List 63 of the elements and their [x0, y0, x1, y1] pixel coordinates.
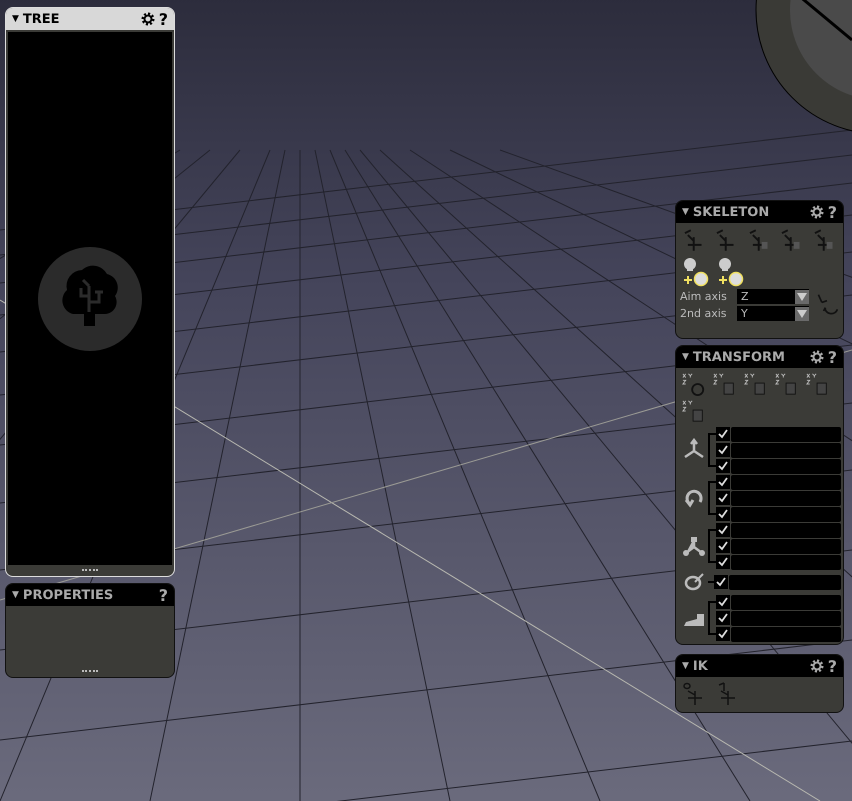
checkbox[interactable] — [716, 627, 730, 641]
checkbox[interactable] — [716, 539, 730, 553]
collapse-toggle[interactable]: ▼ — [682, 661, 689, 671]
collapse-toggle[interactable]: ▼ — [12, 14, 19, 24]
collapse-toggle[interactable]: ▼ — [682, 352, 689, 362]
help-button[interactable]: ? — [828, 656, 837, 676]
scale-axes-icon — [682, 534, 706, 558]
checkbox[interactable] — [716, 523, 730, 537]
transform-tool-icon[interactable] — [806, 372, 830, 396]
axis-dropdown[interactable]: Y — [737, 306, 809, 321]
skull-add-icon[interactable] — [717, 257, 745, 287]
skull-add-icon[interactable] — [682, 257, 710, 287]
value-field[interactable] — [731, 554, 841, 570]
value-field[interactable] — [731, 474, 841, 490]
help-button[interactable]: ? — [158, 586, 168, 604]
help-button[interactable]: ? — [828, 348, 837, 366]
value-field[interactable] — [731, 426, 841, 442]
field-label: Aim axis — [680, 290, 728, 303]
checkbox[interactable] — [716, 475, 730, 489]
settings-icon[interactable] — [810, 205, 824, 219]
checkbox[interactable] — [714, 575, 728, 589]
checkbox[interactable] — [716, 491, 730, 505]
value-field[interactable] — [731, 626, 841, 642]
caret-icon — [795, 306, 809, 320]
value-field[interactable] — [731, 442, 841, 458]
value-field[interactable] — [729, 574, 841, 590]
checkbox[interactable] — [716, 611, 730, 625]
checkbox[interactable] — [716, 459, 730, 473]
caret-icon — [795, 290, 809, 304]
value-field[interactable] — [731, 458, 841, 474]
transform-tool-icon[interactable] — [775, 372, 799, 396]
checkbox[interactable] — [716, 427, 730, 441]
collapse-toggle[interactable]: ▼ — [682, 207, 689, 217]
value-field[interactable] — [731, 522, 841, 538]
panel-title: IK — [692, 658, 709, 674]
settings-icon[interactable] — [140, 12, 155, 26]
transform-tool-icon[interactable] — [744, 372, 768, 396]
checkbox[interactable] — [716, 555, 730, 569]
transform-tool-icon[interactable] — [713, 372, 737, 396]
value-field[interactable] — [731, 538, 841, 554]
transform-tool-icon[interactable] — [682, 372, 706, 396]
transform-tool-icon[interactable] — [682, 399, 706, 423]
value-field[interactable] — [731, 594, 841, 610]
value-field[interactable] — [731, 490, 841, 506]
checkbox[interactable] — [716, 443, 730, 457]
resize-grip-icon[interactable] — [82, 670, 98, 674]
settings-icon[interactable] — [810, 659, 824, 673]
checkbox[interactable] — [716, 595, 730, 609]
value-field[interactable] — [731, 610, 841, 626]
resize-grip-icon[interactable] — [82, 569, 98, 573]
panel-title: SKELETON — [692, 204, 770, 220]
help-button[interactable]: ? — [828, 202, 837, 222]
axis-dropdown[interactable]: Z — [737, 289, 809, 304]
panel-title: TRANSFORM — [692, 350, 786, 364]
field-label: 2nd axis — [680, 307, 728, 320]
checkbox[interactable] — [716, 507, 730, 521]
collapse-toggle[interactable]: ▼ — [12, 590, 19, 600]
tree-logo-icon — [37, 246, 143, 352]
help-button[interactable]: ? — [158, 10, 168, 28]
panel-title: TREE — [22, 12, 61, 26]
panel-title: PROPERTIES — [22, 588, 114, 602]
settings-icon[interactable] — [810, 350, 824, 364]
value-field[interactable] — [731, 506, 841, 522]
